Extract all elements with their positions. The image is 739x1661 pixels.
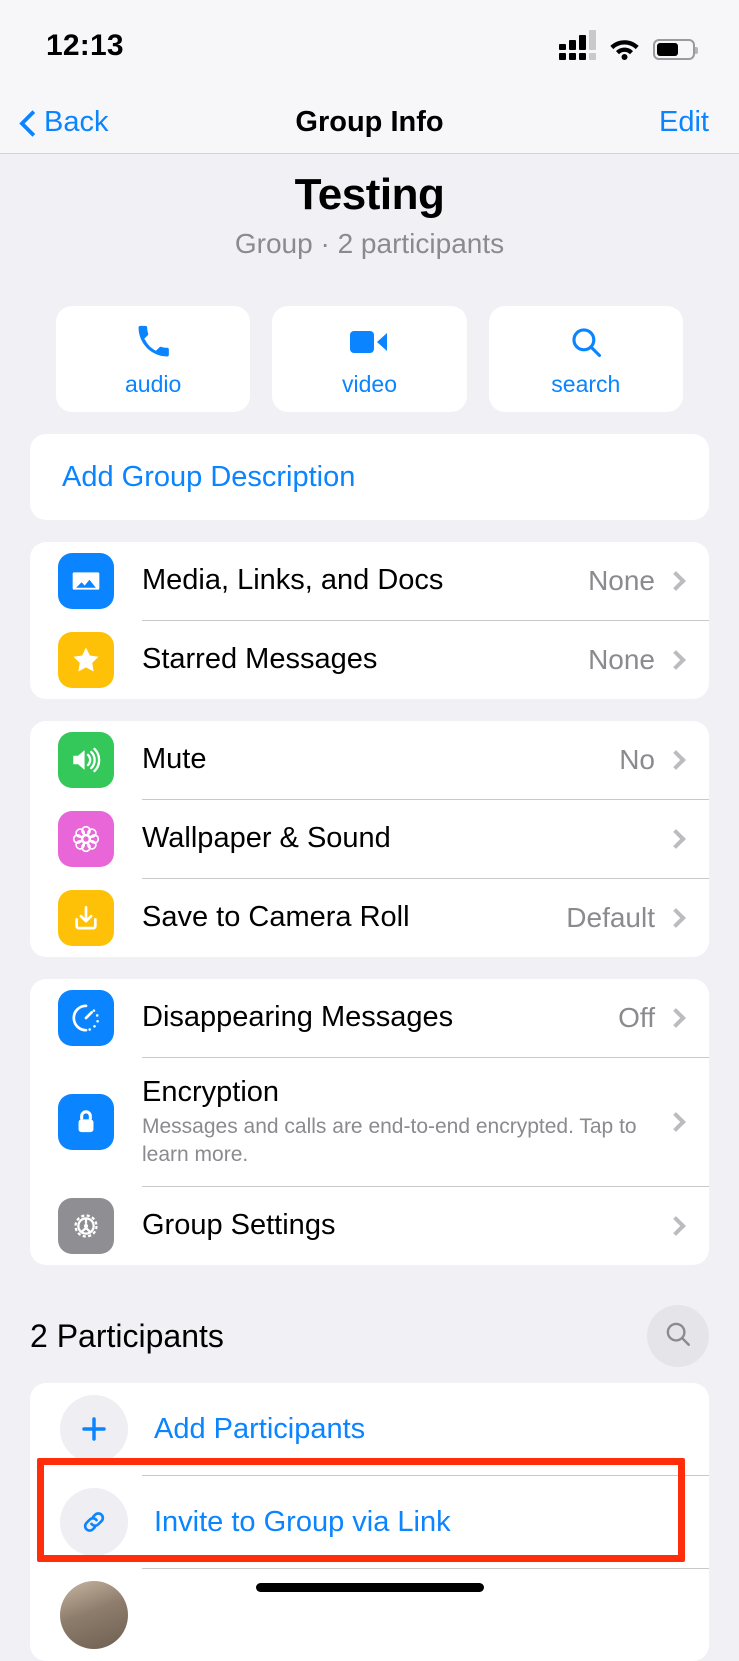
audio-call-label: audio	[125, 370, 182, 397]
status-bar: 12:13	[0, 0, 739, 92]
group-description-card: Add Group Description	[30, 434, 709, 520]
row-value: Off	[618, 1002, 655, 1033]
participants-header: 2 Participants	[0, 1265, 739, 1383]
chevron-right-icon	[666, 571, 686, 591]
row-save-to-camera-roll[interactable]: Save to Camera Roll Default	[30, 879, 709, 957]
row-label-wrap: Group Settings	[142, 1209, 655, 1242]
row-value: Default	[566, 902, 655, 933]
chevron-right-icon	[666, 750, 686, 770]
plus-icon	[60, 1395, 128, 1463]
row-label-wrap: Encryption Messages and calls are end-to…	[142, 1076, 669, 1168]
group-subtitle: Group · 2 participants	[234, 228, 505, 259]
row-label-wrap: Disappearing Messages	[142, 1001, 618, 1034]
lock-icon	[58, 1094, 114, 1150]
search-icon	[569, 321, 603, 363]
gear-icon	[58, 1198, 114, 1254]
group-header: Testing Group · 2 participants	[0, 154, 739, 260]
group-info-content: Testing Group · 2 participants audio vid…	[0, 154, 739, 1661]
row-value: None	[588, 644, 655, 675]
group-name: Testing	[294, 170, 445, 219]
search-messages-label: search	[551, 370, 621, 397]
row-title: Media, Links, and Docs	[142, 564, 444, 597]
chevron-right-icon	[666, 829, 686, 849]
status-bar-time: 12:13	[46, 29, 124, 62]
invite-to-group-via-link-button[interactable]: Invite to Group via Link	[30, 1476, 709, 1568]
row-media-links-docs[interactable]: Media, Links, and Docs None	[30, 542, 709, 620]
row-title: Group Settings	[142, 1209, 336, 1242]
row-label-wrap: Save to Camera Roll	[142, 901, 566, 934]
media-section-card: Media, Links, and Docs None Starred Mess…	[30, 542, 709, 699]
privacy-section-card: Disappearing Messages Off Encryption Mes…	[30, 979, 709, 1265]
row-value: None	[588, 565, 655, 596]
row-starred-messages[interactable]: Starred Messages None	[30, 621, 709, 699]
row-mute[interactable]: Mute No	[30, 721, 709, 799]
page-title: Group Info	[295, 106, 444, 138]
home-indicator	[255, 1583, 484, 1592]
chevron-right-icon	[666, 1112, 686, 1132]
cellular-signal-icon	[559, 30, 596, 60]
row-title: Wallpaper & Sound	[142, 822, 391, 855]
row-label-wrap: Mute	[142, 743, 619, 776]
photo-icon	[58, 553, 114, 609]
row-label-wrap: Media, Links, and Docs	[142, 564, 588, 597]
row-title: Mute	[142, 743, 207, 776]
back-button[interactable]: Back	[0, 106, 108, 139]
row-title: Save to Camera Roll	[142, 901, 410, 934]
quick-actions: audio video search	[0, 260, 739, 412]
row-subtitle: Messages and calls are end-to-end encryp…	[142, 1115, 637, 1166]
add-participants-button[interactable]: Add Participants	[30, 1383, 709, 1475]
search-icon	[663, 1319, 693, 1354]
add-participants-label: Add Participants	[154, 1412, 366, 1445]
row-title: Encryption	[142, 1076, 280, 1109]
avatar	[60, 1581, 128, 1649]
star-icon	[58, 632, 114, 688]
search-messages-button[interactable]: search	[488, 306, 683, 412]
row-value: No	[619, 744, 655, 775]
chevron-right-icon	[666, 650, 686, 670]
video-call-label: video	[342, 370, 397, 397]
notifications-section-card: Mute No Wallpaper & Sound Save to Camera…	[30, 721, 709, 957]
speaker-icon	[58, 732, 114, 788]
row-wallpaper-sound[interactable]: Wallpaper & Sound	[30, 800, 709, 878]
timer-icon	[58, 990, 114, 1046]
navigation-bar: Back Group Info Edit	[0, 92, 739, 154]
invite-link-label: Invite to Group via Link	[154, 1505, 451, 1538]
battery-icon	[653, 39, 698, 60]
link-icon	[60, 1488, 128, 1556]
row-label-wrap: Starred Messages	[142, 643, 588, 676]
chevron-right-icon	[666, 1216, 686, 1236]
wifi-icon	[609, 37, 640, 60]
row-disappearing-messages[interactable]: Disappearing Messages Off	[30, 979, 709, 1057]
audio-call-button[interactable]: audio	[56, 306, 251, 412]
video-camera-icon	[350, 321, 388, 363]
participants-count: 2 Participants	[30, 1317, 224, 1354]
chevron-left-icon	[20, 109, 36, 137]
chevron-right-icon	[666, 1008, 686, 1028]
row-group-settings[interactable]: Group Settings	[30, 1187, 709, 1265]
participants-search-button[interactable]	[647, 1305, 709, 1367]
phone-icon	[136, 321, 170, 363]
row-encryption[interactable]: Encryption Messages and calls are end-to…	[30, 1058, 709, 1186]
row-title: Disappearing Messages	[142, 1001, 454, 1034]
participants-card: Add Participants Invite to Group via Lin…	[30, 1383, 709, 1661]
save-download-icon	[58, 890, 114, 946]
status-bar-icons	[559, 30, 698, 60]
row-label-wrap: Wallpaper & Sound	[142, 822, 655, 855]
edit-button[interactable]: Edit	[659, 106, 739, 139]
video-call-button[interactable]: video	[272, 306, 467, 412]
row-title: Starred Messages	[142, 643, 378, 676]
chevron-right-icon	[666, 908, 686, 928]
flower-icon	[58, 811, 114, 867]
back-button-label: Back	[44, 106, 109, 138]
add-group-description-button[interactable]: Add Group Description	[30, 434, 709, 520]
